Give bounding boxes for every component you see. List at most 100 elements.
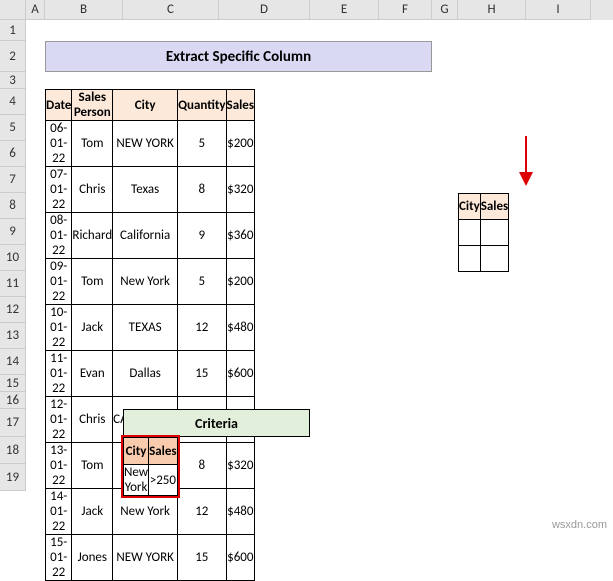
table-cell[interactable]: NEW YORK bbox=[113, 535, 178, 581]
table-cell[interactable]: Jones bbox=[72, 535, 113, 581]
row-header[interactable]: 2 bbox=[0, 41, 26, 72]
col-header-F[interactable]: F bbox=[379, 0, 432, 20]
table-cell[interactable]: 12 bbox=[178, 305, 226, 351]
table-cell[interactable]: 5 bbox=[178, 121, 226, 167]
table-cell[interactable]: 10-01-22 bbox=[46, 305, 72, 351]
table-cell[interactable]: $200 bbox=[226, 121, 255, 167]
row-header[interactable]: 18 bbox=[0, 437, 26, 464]
row-header[interactable]: 16 bbox=[0, 392, 26, 409]
row-header[interactable]: 1 bbox=[0, 20, 26, 41]
criteria-title[interactable]: Criteria bbox=[123, 409, 310, 437]
row-header[interactable]: 9 bbox=[0, 219, 26, 245]
table-cell[interactable]: Evan bbox=[72, 351, 113, 397]
page-title[interactable]: Extract Specific Column bbox=[45, 41, 432, 72]
table-cell[interactable]: $200 bbox=[226, 259, 255, 305]
table-cell[interactable]: Dallas bbox=[113, 351, 178, 397]
table-cell[interactable]: NEW YORK bbox=[113, 121, 178, 167]
table-cell[interactable]: Chris bbox=[72, 167, 113, 213]
data-table[interactable]: Date Sales Person City Quantity Sales 06… bbox=[45, 89, 255, 581]
criteria-header-sales[interactable]: Sales bbox=[149, 438, 178, 465]
table-cell[interactable]: Tom bbox=[72, 121, 113, 167]
criteria-table[interactable]: City Sales New York >250 bbox=[123, 437, 178, 496]
col-header-I[interactable]: I bbox=[526, 0, 591, 20]
row-header[interactable]: 8 bbox=[0, 193, 26, 219]
table-cell[interactable]: 08-01-22 bbox=[46, 213, 72, 259]
table-cell[interactable]: 09-01-22 bbox=[46, 259, 72, 305]
row-header[interactable]: 14 bbox=[0, 349, 26, 375]
row-header[interactable]: 19 bbox=[0, 464, 26, 491]
table-cell[interactable]: 8 bbox=[178, 443, 226, 489]
row-header[interactable]: 3 bbox=[0, 72, 26, 89]
table-cell[interactable]: 15-01-22 bbox=[46, 535, 72, 581]
col-header-C[interactable]: C bbox=[123, 0, 219, 20]
criteria-value-city[interactable]: New York bbox=[124, 465, 149, 496]
out-cell[interactable] bbox=[480, 220, 509, 246]
col-header-B[interactable]: B bbox=[45, 0, 123, 20]
table-cell[interactable]: 11-01-22 bbox=[46, 351, 72, 397]
criteria-header-city[interactable]: City bbox=[124, 438, 149, 465]
criteria-value-sales[interactable]: >250 bbox=[149, 465, 178, 496]
header-quantity[interactable]: Quantity bbox=[178, 90, 226, 121]
out-cell[interactable] bbox=[480, 246, 509, 272]
out-header-sales[interactable]: Sales bbox=[480, 194, 509, 220]
col-header-A[interactable]: A bbox=[26, 0, 45, 20]
table-cell[interactable]: California bbox=[113, 213, 178, 259]
table-cell[interactable]: Tom bbox=[72, 259, 113, 305]
table-row[interactable]: 08-01-22RichardCalifornia9$360 bbox=[46, 213, 255, 259]
table-cell[interactable]: 15 bbox=[178, 535, 226, 581]
header-sales[interactable]: Sales bbox=[226, 90, 255, 121]
table-cell[interactable]: 9 bbox=[178, 213, 226, 259]
table-row[interactable]: 07-01-22ChrisTexas8$320 bbox=[46, 167, 255, 213]
table-cell[interactable]: Chris bbox=[72, 397, 113, 443]
table-cell[interactable]: Tom bbox=[72, 443, 113, 489]
table-cell[interactable]: 13-01-22 bbox=[46, 443, 72, 489]
table-cell[interactable]: Richard bbox=[72, 213, 113, 259]
table-row[interactable]: 15-01-22JonesNEW YORK15$600 bbox=[46, 535, 255, 581]
col-header-H[interactable]: H bbox=[458, 0, 526, 20]
row-header[interactable]: 4 bbox=[0, 89, 26, 115]
table-cell[interactable]: $480 bbox=[226, 489, 255, 535]
row-header[interactable]: 12 bbox=[0, 297, 26, 323]
row-header[interactable]: 7 bbox=[0, 167, 26, 193]
header-sales-person[interactable]: Sales Person bbox=[72, 90, 113, 121]
header-date[interactable]: Date bbox=[46, 90, 72, 121]
table-cell[interactable]: Jack bbox=[72, 305, 113, 351]
col-header-D[interactable]: D bbox=[219, 0, 310, 20]
out-header-city[interactable]: City bbox=[459, 194, 481, 220]
table-cell[interactable]: 12 bbox=[178, 489, 226, 535]
row-header[interactable]: 10 bbox=[0, 245, 26, 271]
table-cell[interactable]: Jack bbox=[72, 489, 113, 535]
table-cell[interactable]: $600 bbox=[226, 535, 255, 581]
table-cell[interactable]: $480 bbox=[226, 305, 255, 351]
table-cell[interactable]: 5 bbox=[178, 259, 226, 305]
table-cell[interactable]: $320 bbox=[226, 167, 255, 213]
row-header[interactable]: 5 bbox=[0, 115, 26, 141]
output-table[interactable]: City Sales bbox=[458, 193, 509, 272]
select-all-corner[interactable] bbox=[0, 0, 26, 20]
row-header[interactable]: 11 bbox=[0, 271, 26, 297]
table-cell[interactable]: $600 bbox=[226, 351, 255, 397]
row-header[interactable]: 15 bbox=[0, 375, 26, 392]
table-row[interactable]: 06-01-22TomNEW YORK5$200 bbox=[46, 121, 255, 167]
table-row[interactable]: 09-01-22TomNew York5$200 bbox=[46, 259, 255, 305]
col-header-G[interactable]: G bbox=[432, 0, 458, 20]
table-cell[interactable]: 12-01-22 bbox=[46, 397, 72, 443]
table-row[interactable]: 10-01-22JackTEXAS12$480 bbox=[46, 305, 255, 351]
header-city[interactable]: City bbox=[113, 90, 178, 121]
table-cell[interactable]: $320 bbox=[226, 443, 255, 489]
row-header[interactable]: 6 bbox=[0, 141, 26, 167]
table-cell[interactable]: 8 bbox=[178, 167, 226, 213]
table-cell[interactable]: 14-01-22 bbox=[46, 489, 72, 535]
col-header-E[interactable]: E bbox=[310, 0, 379, 20]
table-cell[interactable]: New York bbox=[113, 259, 178, 305]
table-cell[interactable]: $360 bbox=[226, 213, 255, 259]
table-cell[interactable]: 07-01-22 bbox=[46, 167, 72, 213]
table-cell[interactable]: 15 bbox=[178, 351, 226, 397]
out-cell[interactable] bbox=[459, 246, 481, 272]
row-header[interactable]: 17 bbox=[0, 409, 26, 437]
table-cell[interactable]: Texas bbox=[113, 167, 178, 213]
table-cell[interactable]: 06-01-22 bbox=[46, 121, 72, 167]
out-cell[interactable] bbox=[459, 220, 481, 246]
table-row[interactable]: 11-01-22EvanDallas15$600 bbox=[46, 351, 255, 397]
row-header[interactable]: 13 bbox=[0, 323, 26, 349]
